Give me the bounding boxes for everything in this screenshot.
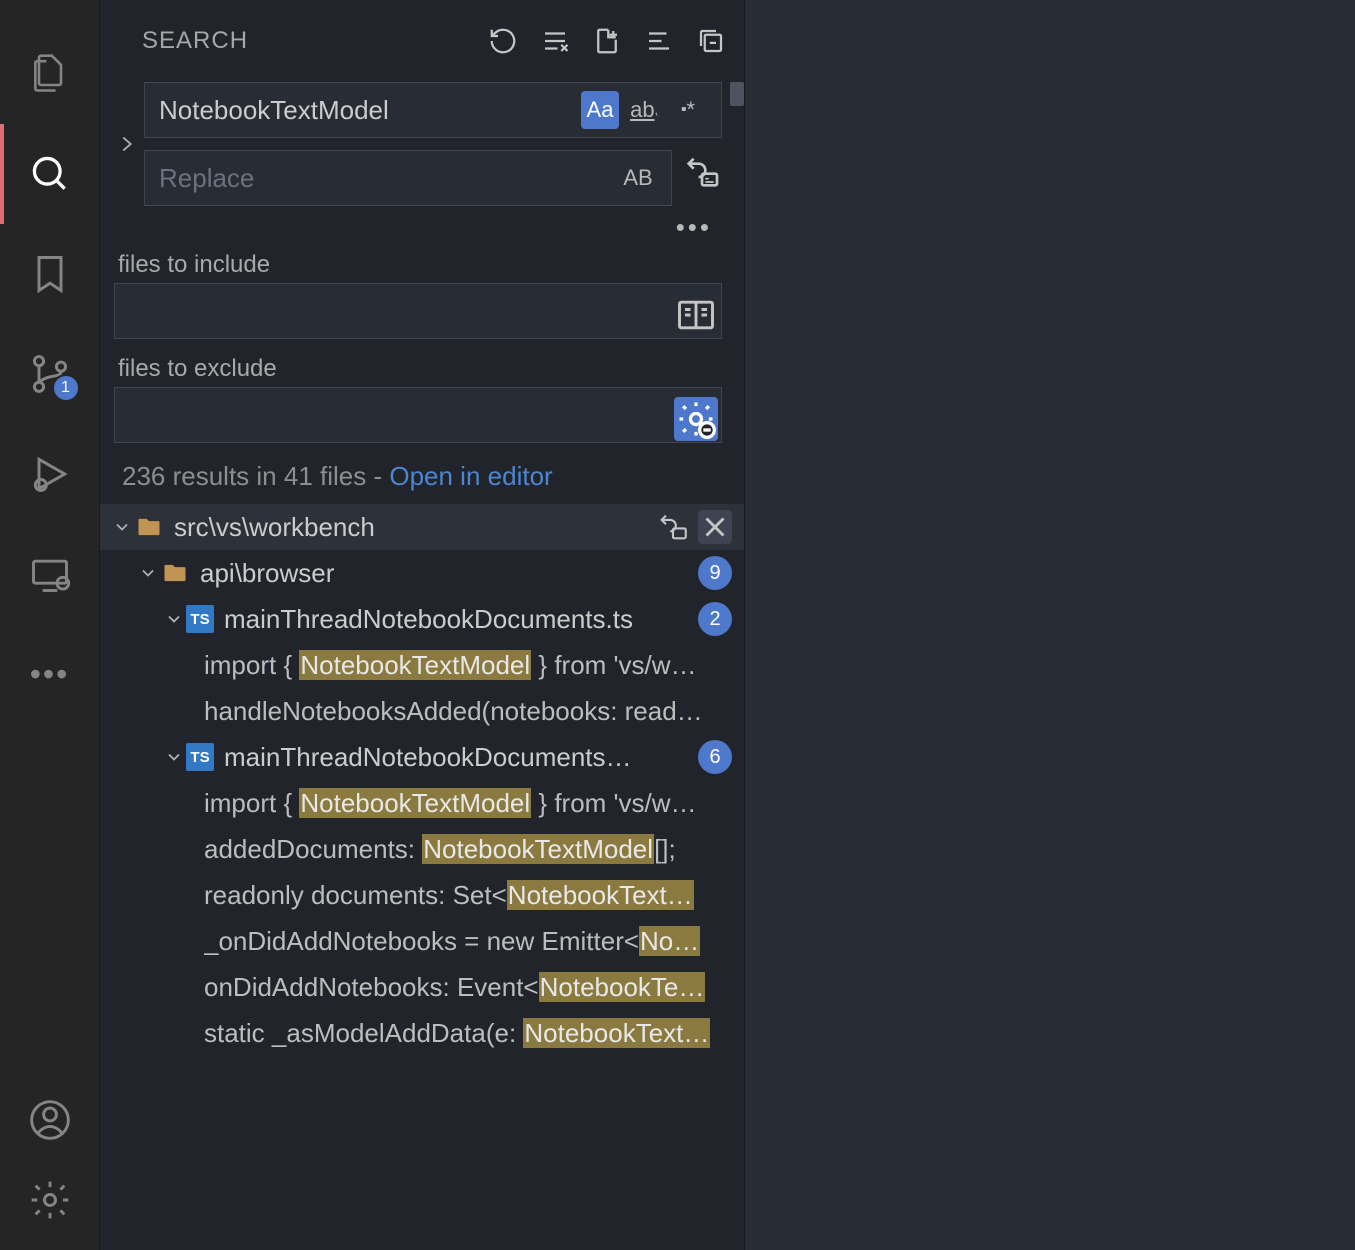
match-row[interactable]: addedDocuments: NotebookTextModel[]; bbox=[100, 826, 744, 872]
search-input[interactable]: NotebookTextModel Aa ab, ▪* bbox=[144, 82, 722, 138]
replace-all-icon[interactable] bbox=[682, 152, 722, 192]
refresh-icon[interactable] bbox=[488, 26, 518, 56]
ellipsis-icon: ••• bbox=[30, 656, 70, 693]
typescript-file-icon: TS bbox=[186, 605, 214, 633]
activity-source-control[interactable]: 1 bbox=[0, 324, 100, 424]
match-row[interactable]: static _asModelAddData(e: NotebookText… bbox=[100, 1010, 744, 1056]
file-name: mainThreadNotebookDocuments… bbox=[224, 742, 632, 773]
files-exclude-input[interactable] bbox=[114, 387, 722, 443]
use-exclude-settings-icon[interactable] bbox=[674, 397, 718, 441]
folder-icon bbox=[160, 558, 190, 588]
panel-title: SEARCH bbox=[142, 27, 248, 55]
folder-row[interactable]: src\vs\workbench bbox=[100, 504, 744, 550]
view-as-tree-icon[interactable] bbox=[644, 26, 674, 56]
typescript-file-icon: TS bbox=[186, 743, 214, 771]
match-row[interactable]: readonly documents: Set<NotebookText… bbox=[100, 872, 744, 918]
dismiss-icon[interactable] bbox=[698, 510, 732, 544]
panel-header: SEARCH bbox=[100, 0, 744, 82]
match-row[interactable]: _onDidAddNotebooks = new Emitter<No… bbox=[100, 918, 744, 964]
match-row[interactable]: onDidAddNotebooks: Event<NotebookTe… bbox=[100, 964, 744, 1010]
activity-remote[interactable] bbox=[0, 524, 100, 624]
file-row[interactable]: TS mainThreadNotebookDocuments… 6 bbox=[100, 734, 744, 780]
match-whole-word-toggle[interactable]: ab, bbox=[625, 91, 663, 129]
replace-placeholder: Replace bbox=[159, 163, 254, 194]
count-badge: 6 bbox=[698, 740, 732, 774]
open-in-editor-link[interactable]: Open in editor bbox=[389, 461, 552, 491]
toggle-search-details-icon[interactable]: ••• bbox=[114, 206, 722, 243]
activity-explorer[interactable] bbox=[0, 24, 100, 124]
file-row[interactable]: TS mainThreadNotebookDocuments.ts 2 bbox=[100, 596, 744, 642]
results-tree: src\vs\workbench api\browser 9 TS mainTh… bbox=[100, 504, 744, 1250]
activity-run-debug[interactable] bbox=[0, 424, 100, 524]
replace-input[interactable]: Replace AB bbox=[144, 150, 672, 206]
editor-area bbox=[745, 0, 1355, 1250]
count-badge: 9 bbox=[698, 556, 732, 590]
collapse-all-icon[interactable] bbox=[696, 26, 726, 56]
results-summary: 236 results in 41 files - Open in editor bbox=[114, 443, 722, 504]
preserve-case-toggle[interactable]: AB bbox=[619, 159, 657, 197]
folder-path: api\browser bbox=[200, 558, 334, 589]
new-search-editor-icon[interactable] bbox=[592, 26, 622, 56]
files-include-input[interactable] bbox=[114, 283, 722, 339]
replace-in-folder-icon[interactable] bbox=[656, 510, 690, 544]
toggle-replace-icon[interactable] bbox=[114, 133, 140, 155]
folder-icon bbox=[134, 512, 164, 542]
chevron-down-icon[interactable] bbox=[110, 517, 134, 537]
search-value: NotebookTextModel bbox=[159, 95, 581, 126]
search-panel: SEARCH NotebookTextModel Aa ab, ▪* bbox=[100, 0, 745, 1250]
match-row[interactable]: import { NotebookTextModel } from 'vs/w… bbox=[100, 642, 744, 688]
activity-search[interactable] bbox=[0, 124, 100, 224]
chevron-down-icon[interactable] bbox=[136, 563, 160, 583]
activity-more[interactable]: ••• bbox=[0, 624, 100, 724]
file-name: mainThreadNotebookDocuments.ts bbox=[224, 604, 633, 635]
use-regex-toggle[interactable]: ▪* bbox=[669, 91, 707, 129]
clear-results-icon[interactable] bbox=[540, 26, 570, 56]
open-editors-filter-icon[interactable] bbox=[674, 293, 718, 337]
count-badge: 2 bbox=[698, 602, 732, 636]
scrollbar-thumb[interactable] bbox=[730, 82, 744, 106]
folder-path: src\vs\workbench bbox=[174, 512, 375, 543]
folder-row[interactable]: api\browser 9 bbox=[100, 550, 744, 596]
match-row[interactable]: handleNotebooksAdded(notebooks: read… bbox=[100, 688, 744, 734]
scm-badge: 1 bbox=[52, 374, 80, 402]
activity-bookmarks[interactable] bbox=[0, 224, 100, 324]
chevron-down-icon[interactable] bbox=[162, 747, 186, 767]
activity-bar: 1 ••• bbox=[0, 0, 100, 1250]
include-label: files to include bbox=[118, 251, 722, 279]
activity-settings[interactable] bbox=[0, 1170, 100, 1230]
match-case-toggle[interactable]: Aa bbox=[581, 91, 619, 129]
chevron-down-icon[interactable] bbox=[162, 609, 186, 629]
activity-accounts[interactable] bbox=[0, 1090, 100, 1150]
exclude-label: files to exclude bbox=[118, 355, 722, 383]
match-row[interactable]: import { NotebookTextModel } from 'vs/w… bbox=[100, 780, 744, 826]
